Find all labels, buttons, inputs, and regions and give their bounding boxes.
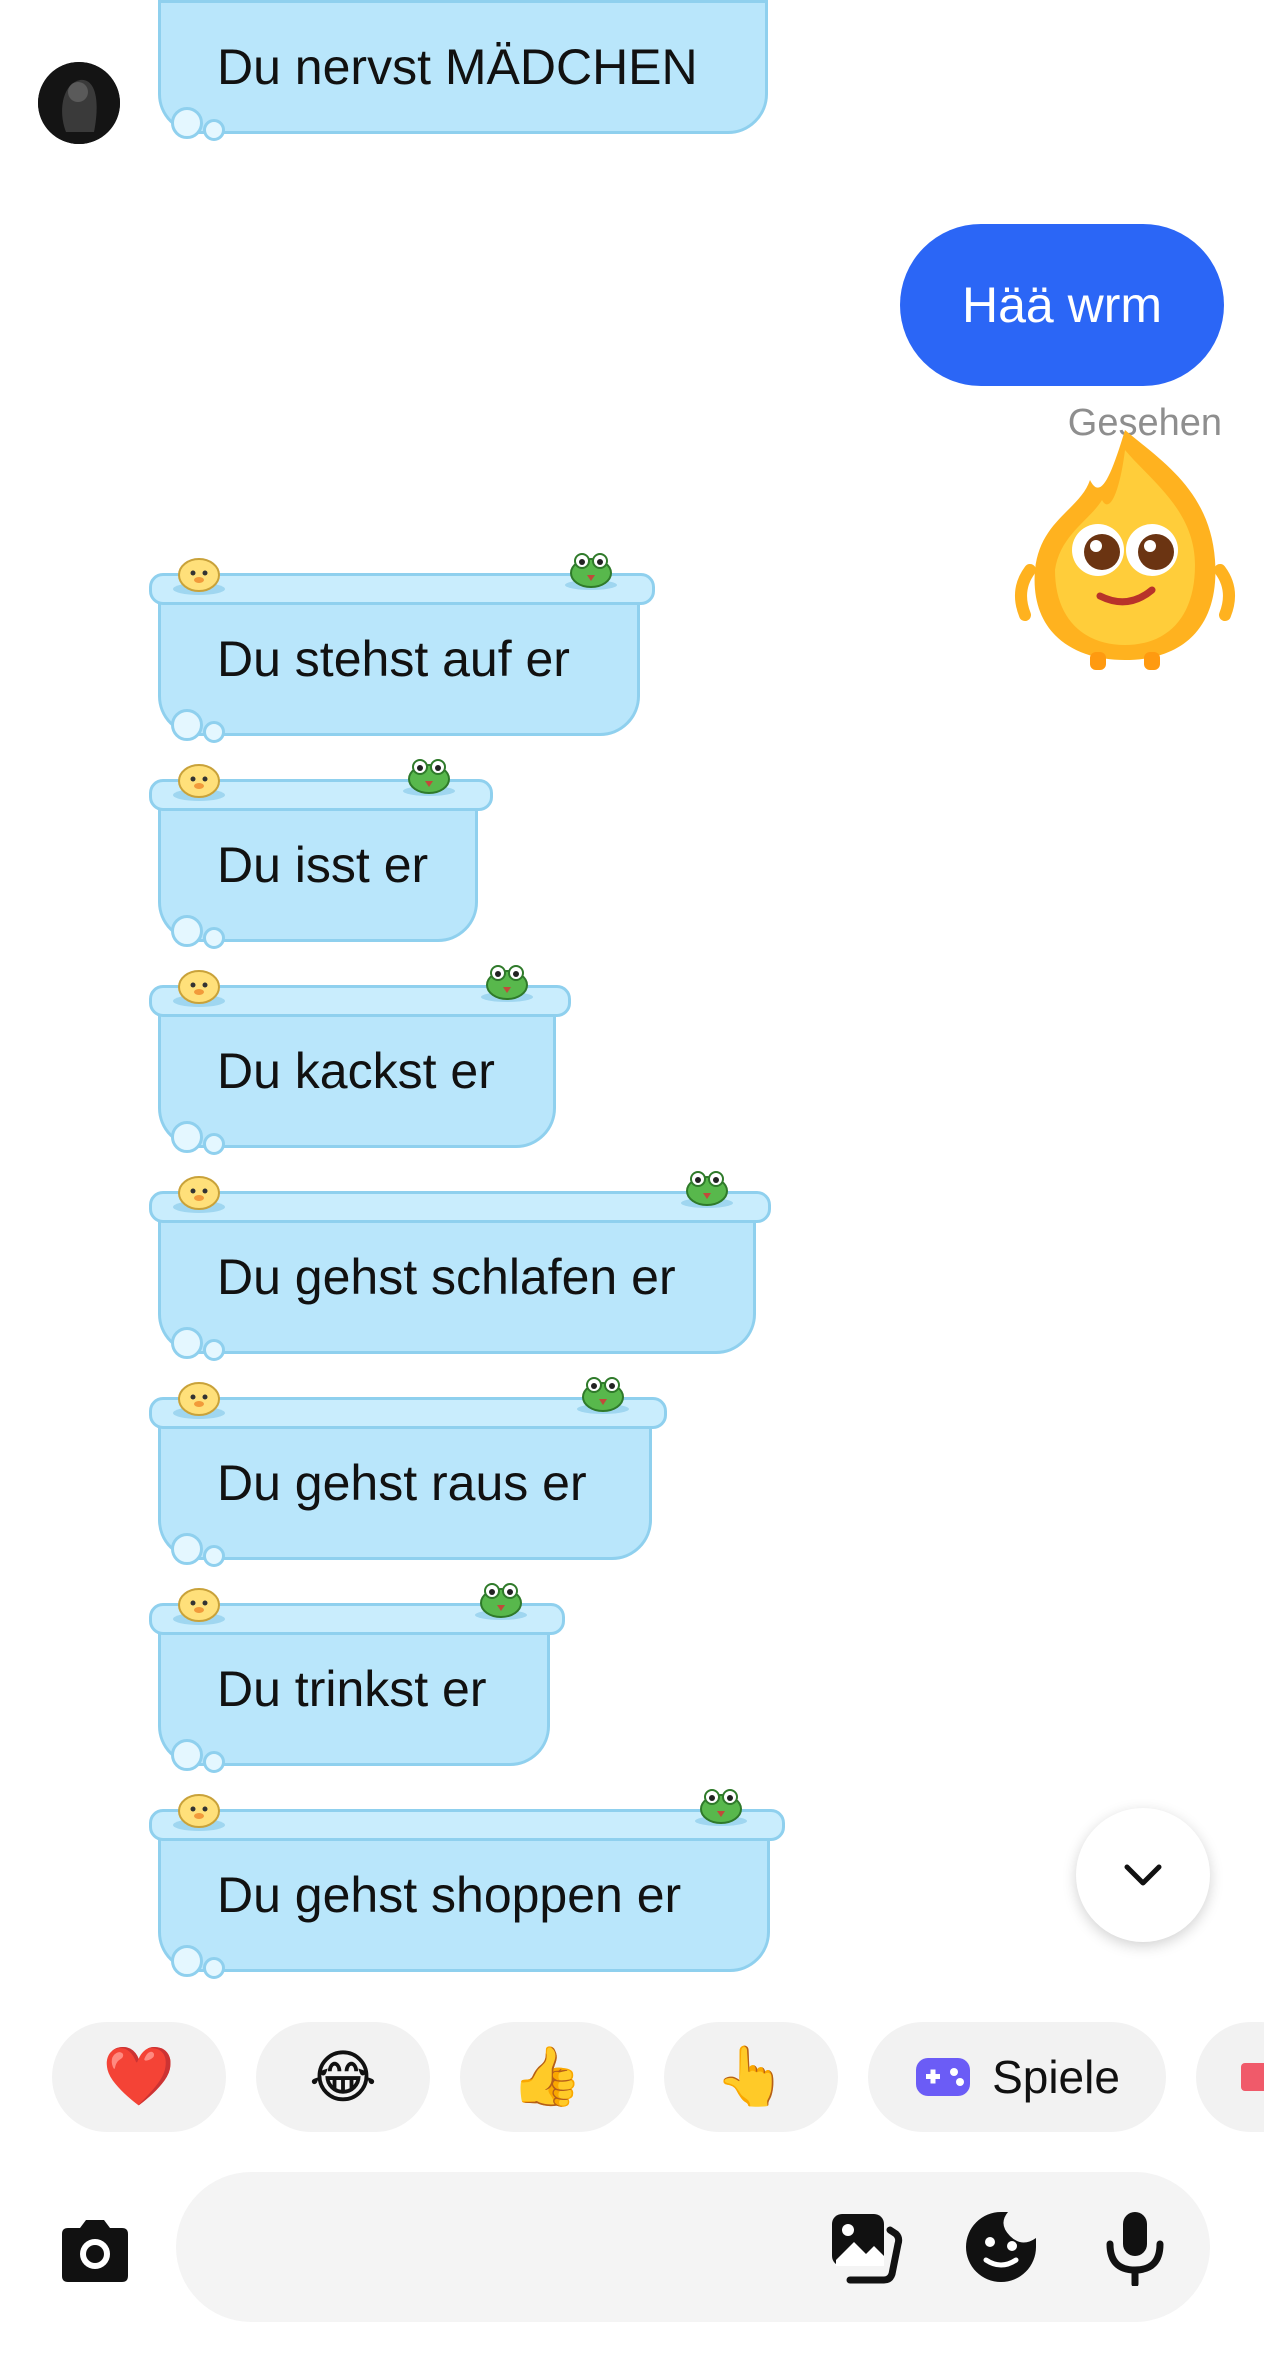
microphone-icon[interactable]	[1096, 2208, 1174, 2286]
duck-decoration-icon	[171, 1581, 227, 1627]
incoming-message[interactable]: Du gehst schlafen er	[149, 1171, 771, 1361]
reaction-thumbs-up[interactable]: 👍	[460, 2022, 634, 2132]
chevron-down-icon	[1124, 1864, 1162, 1886]
frog-decoration-icon	[401, 751, 457, 797]
message-text: Hää wrm	[961, 277, 1163, 333]
reaction-laughing[interactable]: 😂	[256, 2022, 430, 2132]
message-input[interactable]	[176, 2172, 1210, 2322]
message-text: Du gehst raus er	[217, 1455, 587, 1511]
games-button[interactable]: Spiele	[868, 2022, 1166, 2132]
quick-reactions-bar: ❤️ 😂 👍 👆 Spiele	[52, 2022, 1264, 2132]
duck-decoration-icon	[171, 1787, 227, 1833]
incoming-message[interactable]: Du nervst MÄDCHEN	[158, 0, 768, 141]
frog-decoration-icon	[679, 1163, 735, 1209]
message-text: Du stehst auf er	[217, 631, 570, 687]
incoming-message[interactable]: Du isst er	[149, 759, 493, 949]
message-text: Du kackst er	[217, 1043, 495, 1099]
incoming-message[interactable]: Du kackst er	[149, 965, 571, 1155]
message-text: Du trinkst er	[217, 1661, 487, 1717]
message-text: Du gehst shoppen er	[217, 1867, 682, 1923]
duck-decoration-icon	[171, 1375, 227, 1421]
frog-decoration-icon	[473, 1575, 529, 1621]
bubble-rim	[149, 1191, 771, 1223]
duck-decoration-icon	[171, 963, 227, 1009]
frog-decoration-icon	[575, 1369, 631, 1415]
frog-decoration-icon	[479, 957, 535, 1003]
contact-avatar[interactable]	[38, 62, 120, 144]
message-text: Du isst er	[217, 837, 429, 893]
duck-decoration-icon	[171, 757, 227, 803]
reaction-heart[interactable]: ❤️	[52, 2022, 226, 2132]
incoming-message[interactable]: Du gehst shoppen er	[149, 1789, 785, 1979]
sticker-icon[interactable]	[962, 2208, 1040, 2286]
games-label: Spiele	[992, 2051, 1120, 2103]
more-reactions-chip[interactable]	[1196, 2022, 1264, 2132]
gallery-icon[interactable]	[826, 2208, 904, 2286]
message-text: Du gehst schlafen er	[217, 1249, 676, 1305]
scroll-to-bottom-button[interactable]	[1076, 1808, 1210, 1942]
incoming-message[interactable]: Du gehst raus er	[149, 1377, 667, 1567]
incoming-message[interactable]: Du trinkst er	[149, 1583, 565, 1773]
gamepad-icon	[916, 2058, 971, 2096]
flame-mascot-sticker[interactable]	[1010, 420, 1240, 670]
message-text: Du nervst MÄDCHEN	[217, 39, 698, 95]
outgoing-message[interactable]: Hää wrm	[900, 224, 1224, 386]
reaction-point-up[interactable]: 👆	[664, 2022, 838, 2132]
frog-decoration-icon	[563, 545, 619, 591]
camera-icon[interactable]	[54, 2210, 136, 2292]
duck-decoration-icon	[171, 551, 227, 597]
incoming-message[interactable]: Du stehst auf er	[149, 553, 655, 743]
duck-decoration-icon	[171, 1169, 227, 1215]
frog-decoration-icon	[693, 1781, 749, 1827]
gift-icon	[1241, 2063, 1264, 2091]
bubble-rim	[149, 1809, 785, 1841]
